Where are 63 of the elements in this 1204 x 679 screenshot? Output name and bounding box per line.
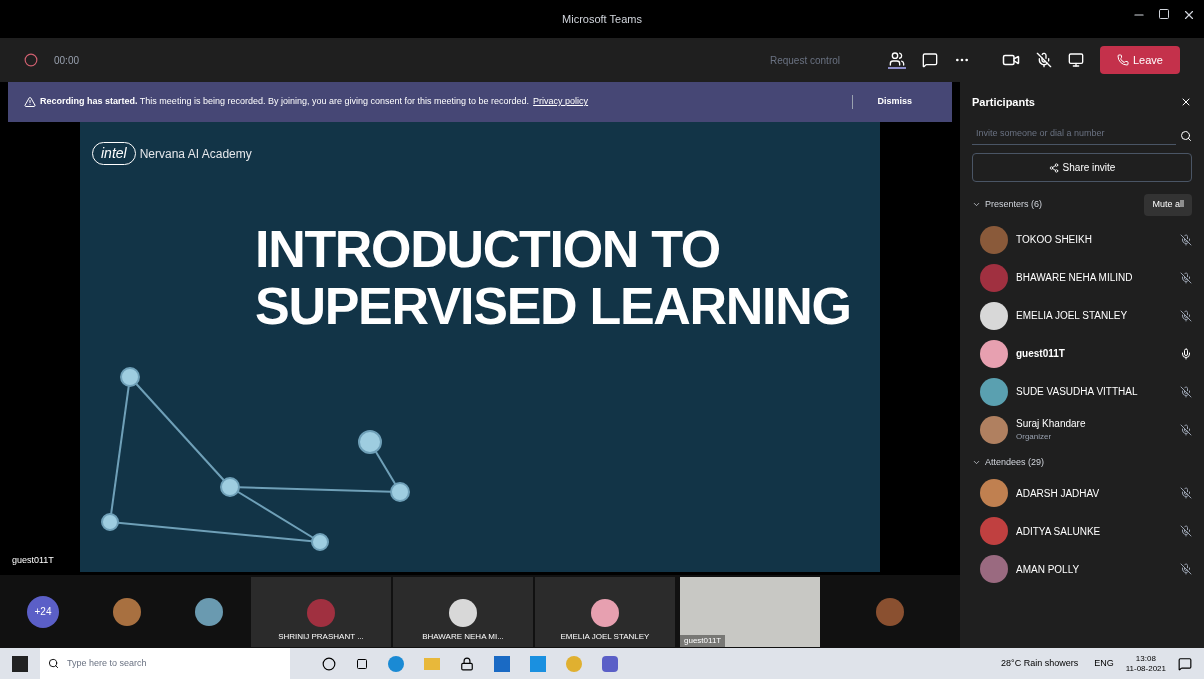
slide-title: INTRODUCTION TO SUPERVISED LEARNING — [255, 221, 852, 336]
avatar — [980, 555, 1008, 583]
avatar — [307, 598, 335, 627]
participant-name: guest011T — [1016, 347, 1066, 361]
phone-icon — [1117, 54, 1129, 66]
overflow-count[interactable]: +24 — [27, 595, 59, 628]
lock-icon[interactable] — [460, 656, 474, 671]
invite-field[interactable]: Invite someone or dial a number — [972, 126, 1176, 145]
section-header[interactable]: Presenters (6) — [972, 198, 1043, 212]
participant-name: EMELIA JOEL STANLEY — [1016, 309, 1129, 323]
taskbar-search[interactable]: Type here to search — [40, 648, 290, 679]
cortana-icon[interactable] — [322, 656, 336, 671]
avatar — [980, 263, 1008, 292]
clock[interactable]: 13:08 11-08-2021 — [1125, 653, 1166, 674]
leave-button[interactable]: Leave — [1100, 45, 1180, 75]
tile-name: BHAWARE NEHA MI... — [422, 630, 504, 643]
participants-icon[interactable] — [888, 51, 906, 69]
participant-name: BHAWARE NEHA MILIND — [1016, 271, 1134, 285]
window-title: Microsoft Teams — [562, 11, 642, 27]
meeting-timer: 00:00 — [54, 53, 80, 68]
language-text[interactable]: ENG — [1094, 656, 1114, 671]
record-icon — [24, 53, 38, 67]
avatar — [980, 377, 1008, 406]
privacy-link[interactable]: Privacy policy — [533, 95, 589, 109]
avatar — [980, 415, 1008, 444]
search-icon — [1180, 129, 1192, 142]
avatar — [980, 479, 1008, 507]
warning-icon — [24, 96, 36, 108]
participant-name: Suraj Khandare — [1016, 417, 1087, 431]
slide-subtitle: Nervana AI Academy — [139, 145, 252, 163]
tile-name: SHRINIJ PRASHANT ... — [278, 630, 364, 643]
participant-name: ADITYA SALUNKE — [1016, 524, 1102, 539]
notification-icon[interactable] — [1178, 656, 1192, 671]
dismiss-button[interactable]: Dismiss — [852, 95, 936, 109]
panel-title: Participants — [972, 95, 1035, 110]
banner-text: Recording has started. This meeting is being recorded. By joining, you are giving consent for this meeting to be recorded. — [40, 95, 530, 109]
participant-name: SUDE VASUDHA VITTHAL — [1016, 385, 1139, 399]
chat-icon[interactable] — [922, 52, 938, 68]
avatar — [980, 301, 1008, 330]
avatar — [591, 598, 619, 627]
tile-name: EMELIA JOEL STANLEY — [560, 630, 650, 643]
mic-icon[interactable] — [1036, 52, 1052, 68]
maximize-icon[interactable] — [1158, 8, 1170, 20]
mute-all-button[interactable]: Mute all — [1144, 194, 1192, 216]
share-invite-button[interactable]: Share invite — [972, 153, 1192, 182]
avatar — [195, 597, 223, 626]
request-control-button[interactable]: Request control — [769, 52, 840, 68]
avatar — [449, 598, 477, 627]
avatar — [980, 517, 1008, 545]
section-header[interactable]: Attendees (29) — [972, 455, 1045, 469]
weather-text[interactable]: 28°C Rain showers — [1001, 656, 1079, 671]
participant-name: TOKOO SHEIKH — [1016, 233, 1093, 247]
participant-name: AMAN POLLY — [1016, 562, 1081, 577]
task-view-icon[interactable] — [356, 657, 368, 670]
close-icon[interactable] — [1182, 8, 1196, 22]
avatar — [980, 339, 1008, 368]
avatar — [876, 597, 904, 626]
search-icon — [48, 658, 59, 669]
avatar — [113, 597, 141, 626]
participant-role: Organizer — [1016, 431, 1053, 443]
participant-name: ADARSH JADHAV — [1016, 486, 1101, 501]
video-name: guest011T — [680, 634, 726, 647]
avatar — [980, 225, 1008, 254]
